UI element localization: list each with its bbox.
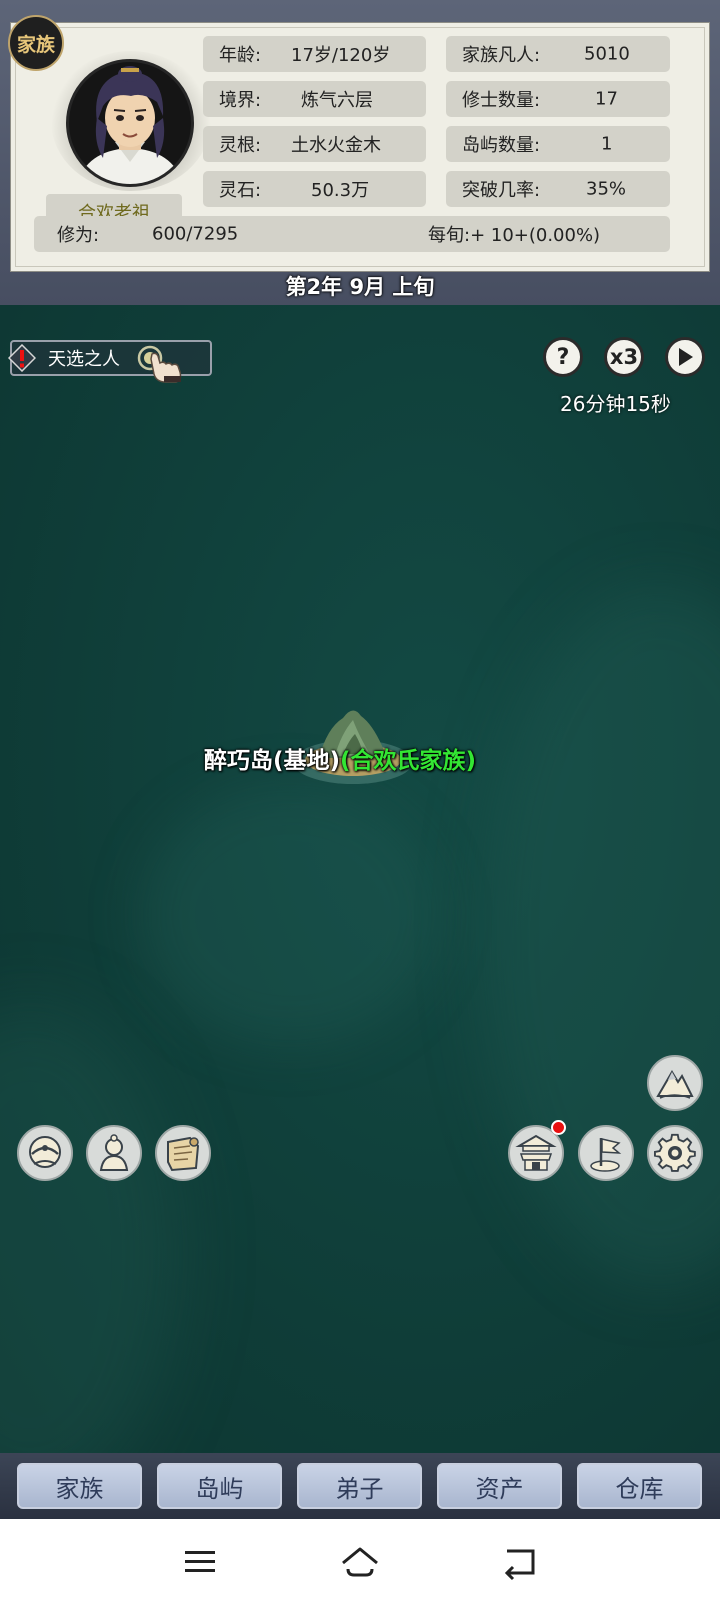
stat-value: 1 xyxy=(601,133,613,155)
scroll-map-icon xyxy=(167,1136,200,1172)
clan-hall-button[interactable] xyxy=(17,1125,73,1181)
stat-islands: 岛屿数量: 1 xyxy=(446,126,670,162)
stat-realm: 境界: 炼气六层 xyxy=(203,81,426,117)
stat-value: 17 xyxy=(595,88,618,110)
fog xyxy=(0,1005,180,1453)
menu-icon[interactable] xyxy=(177,1539,223,1585)
stat-cultivators: 修士数量: 17 xyxy=(446,81,670,117)
system-navigation-bar xyxy=(0,1519,720,1606)
stat-value: 5010 xyxy=(584,43,630,65)
sea-map[interactable] xyxy=(0,305,720,1453)
countdown-timer: 26分钟15秒 xyxy=(560,392,671,416)
stat-label: 修士数量: xyxy=(462,90,541,111)
tab-family[interactable]: 家族 xyxy=(17,1463,142,1509)
island-name: 醉巧岛(基地) xyxy=(204,748,341,774)
speed-button[interactable]: x3 xyxy=(604,337,644,377)
tab-warehouse[interactable]: 仓库 xyxy=(577,1463,702,1509)
stat-value: 35% xyxy=(586,178,627,200)
bottom-tab-bar: 家族 岛屿 弟子 资产 仓库 xyxy=(0,1453,720,1519)
mountain-button[interactable] xyxy=(647,1055,703,1111)
help-button[interactable]: ? xyxy=(543,337,583,377)
stat-label: 灵根: xyxy=(219,135,262,156)
stat-spirit-root: 灵根: 土水火金木 xyxy=(203,126,426,162)
stat-value: 炼气六层 xyxy=(301,90,373,111)
tab-disciples[interactable]: 弟子 xyxy=(297,1463,422,1509)
stat-label: 年龄: xyxy=(219,45,262,66)
play-button[interactable] xyxy=(665,337,705,377)
stat-cultivation: 修为: 600/7295 每旬:+ 10+(0.00%) xyxy=(34,216,670,252)
settings-gear-icon xyxy=(654,1133,696,1172)
stat-age: 年龄: 17岁/120岁 xyxy=(203,36,426,72)
pointer-hand-icon xyxy=(137,345,182,383)
stat-breakthrough: 突破几率: 35% xyxy=(446,171,670,207)
scroll-map-button[interactable] xyxy=(155,1125,211,1181)
avatar[interactable] xyxy=(66,59,194,187)
stat-value: 土水火金木 xyxy=(291,135,381,156)
stat-label: 岛屿数量: xyxy=(462,135,541,156)
play-icon xyxy=(679,348,693,366)
back-icon[interactable] xyxy=(497,1539,543,1585)
cultivation-progress: 600/7295 xyxy=(152,223,239,245)
event-banner[interactable]: 天选之人 xyxy=(8,340,212,383)
fog xyxy=(140,785,440,1045)
stat-mortals: 家族凡人: 5010 xyxy=(446,36,670,72)
stat-value: 50.3万 xyxy=(311,180,370,201)
gate-building-icon xyxy=(515,1134,557,1171)
family-badge[interactable]: 家族 xyxy=(8,15,64,71)
mountain-icon xyxy=(656,1070,694,1099)
stat-label: 灵石: xyxy=(219,180,262,201)
flag-button[interactable] xyxy=(578,1125,634,1181)
island-label[interactable]: 醉巧岛(基地)(合欢氏家族) xyxy=(204,741,476,775)
island-clan: (合欢氏家族) xyxy=(340,748,477,774)
stat-label: 修为: xyxy=(57,225,100,246)
stat-spirit-stones: 灵石: 50.3万 xyxy=(203,171,426,207)
stat-label: 境界: xyxy=(219,90,262,111)
disciple-portrait-icon xyxy=(99,1134,129,1171)
tab-islands[interactable]: 岛屿 xyxy=(157,1463,282,1509)
event-title: 天选之人 xyxy=(48,349,120,370)
top-panel: 合欢老祖 年龄: 17岁/120岁 家族凡人: 5010 境界: 炼气六层 修士… xyxy=(0,0,720,305)
disciple-portrait-button[interactable] xyxy=(86,1125,142,1181)
flag-icon xyxy=(590,1138,622,1172)
stat-label: 突破几率: xyxy=(462,180,541,201)
stat-label: 家族凡人: xyxy=(462,45,541,66)
stat-value: 17岁/120岁 xyxy=(291,45,391,66)
character-info-card: 合欢老祖 年龄: 17岁/120岁 家族凡人: 5010 境界: 炼气六层 修士… xyxy=(10,22,710,272)
game-date: 第2年 9月 上旬 xyxy=(285,275,435,299)
home-icon[interactable] xyxy=(337,1539,383,1585)
character-portrait-icon xyxy=(77,66,183,184)
clan-hall-icon xyxy=(29,1136,61,1168)
warning-icon xyxy=(8,344,36,372)
notification-dot xyxy=(551,1120,566,1135)
tab-assets[interactable]: 资产 xyxy=(437,1463,562,1509)
cultivation-rate: 每旬:+ 10+(0.00%) xyxy=(428,225,601,246)
settings-button[interactable] xyxy=(647,1125,703,1181)
